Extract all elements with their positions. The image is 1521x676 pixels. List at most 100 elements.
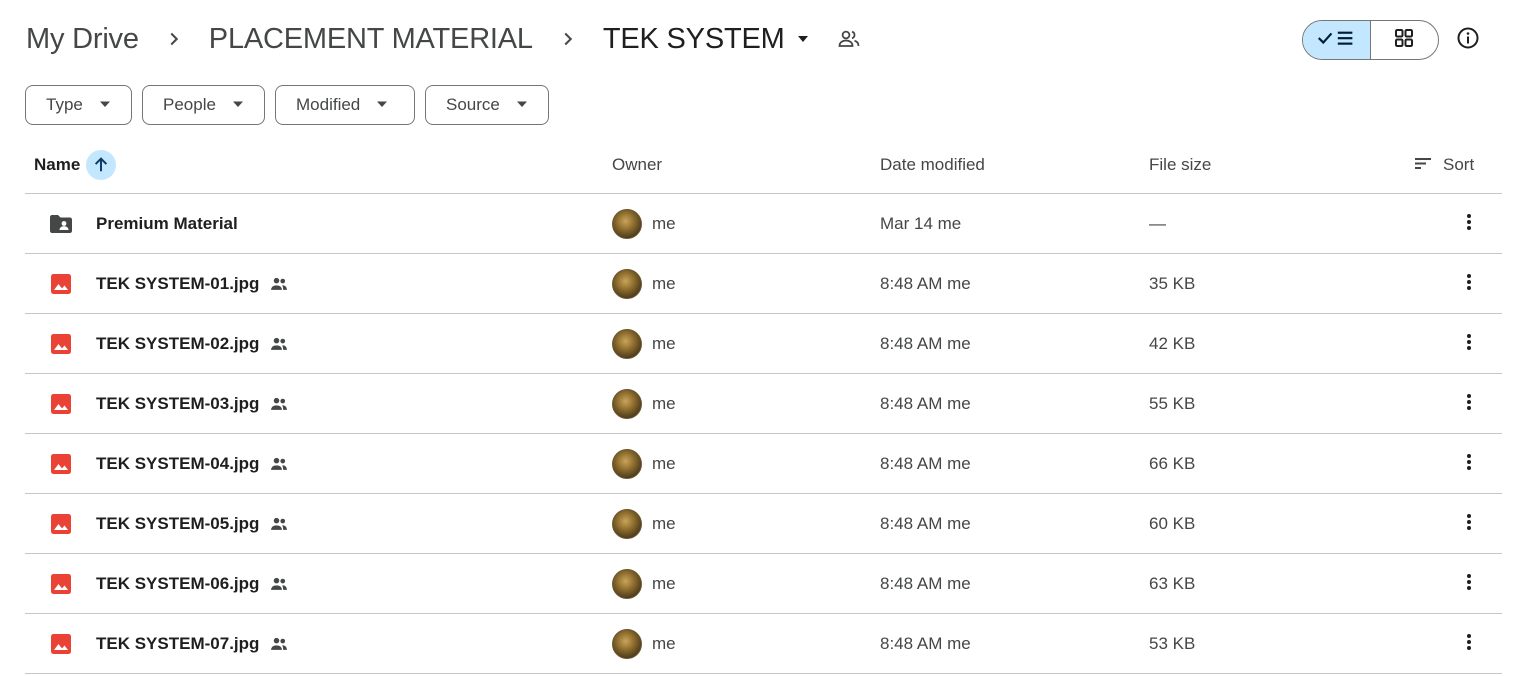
filter-modified[interactable]: Modified (275, 85, 415, 125)
grid-view-button[interactable] (1371, 21, 1439, 59)
filter-chips: Type People Modified Source (25, 85, 559, 125)
shared-icon (269, 334, 289, 354)
table-row[interactable]: TEK SYSTEM-02.jpg me 8:48 AM me 42 KB (25, 314, 1502, 374)
caret-down-icon[interactable] (795, 31, 811, 47)
table-row[interactable]: TEK SYSTEM-07.jpg me 8:48 AM me 53 KB (25, 614, 1502, 674)
table-header: Name Owner Date modified File size Sort (25, 136, 1502, 194)
more-vert-icon (1466, 212, 1472, 237)
header: My Drive PLACEMENT MATERIAL TEK SYSTEM (0, 0, 1521, 80)
shared-folder-icon (47, 194, 75, 254)
more-vert-icon (1466, 272, 1472, 297)
caret-down-icon (232, 95, 244, 115)
list-view-button[interactable] (1303, 21, 1371, 59)
owner-name: me (652, 574, 676, 593)
file-size-cell: 66 KB (1149, 454, 1196, 473)
filter-source[interactable]: Source (425, 85, 549, 125)
file-size-cell: 42 KB (1149, 334, 1196, 353)
shared-icon (269, 454, 289, 474)
owner-name: me (652, 214, 676, 233)
more-actions-button[interactable] (1457, 614, 1481, 674)
filter-source-label: Source (446, 95, 500, 114)
column-name[interactable]: Name (34, 136, 117, 194)
column-name-label: Name (34, 155, 81, 174)
more-vert-icon (1466, 512, 1472, 537)
avatar (612, 209, 642, 239)
avatar (612, 569, 642, 599)
caret-down-icon (376, 95, 388, 115)
image-file-icon (47, 554, 75, 614)
shared-icon (269, 514, 289, 534)
chevron-right-icon (139, 28, 209, 50)
breadcrumb-placement-material[interactable]: PLACEMENT MATERIAL (209, 23, 533, 56)
info-button[interactable] (1452, 24, 1484, 56)
owner-name: me (652, 274, 676, 293)
table-row[interactable]: TEK SYSTEM-04.jpg me 8:48 AM me 66 KB (25, 434, 1502, 494)
arrow-up-icon[interactable] (86, 150, 117, 180)
file-name: TEK SYSTEM-01.jpg (96, 274, 260, 293)
more-actions-button[interactable] (1457, 194, 1481, 254)
owner-name: me (652, 394, 676, 413)
image-file-icon (47, 434, 75, 494)
sort-button[interactable]: Sort (1413, 136, 1474, 194)
file-size-cell: 63 KB (1149, 574, 1196, 593)
sort-lines-icon (1413, 153, 1443, 178)
grid-icon (1394, 28, 1414, 53)
column-date-modified[interactable]: Date modified (880, 136, 985, 194)
file-name-cell[interactable]: TEK SYSTEM-06.jpg (96, 554, 289, 614)
caret-down-icon (99, 95, 111, 115)
breadcrumb-my-drive[interactable]: My Drive (26, 23, 139, 56)
owner-cell: me (612, 614, 676, 674)
owner-name: me (652, 334, 676, 353)
image-file-icon (47, 254, 75, 314)
more-actions-button[interactable] (1457, 374, 1481, 434)
column-file-size[interactable]: File size (1149, 136, 1211, 194)
file-name: TEK SYSTEM-06.jpg (96, 574, 260, 593)
file-name-cell[interactable]: TEK SYSTEM-01.jpg (96, 254, 289, 314)
date-modified-cell: 8:48 AM me (880, 334, 971, 353)
more-actions-button[interactable] (1457, 314, 1481, 374)
file-name: TEK SYSTEM-07.jpg (96, 634, 260, 653)
file-size-cell: — (1149, 214, 1166, 233)
file-name: TEK SYSTEM-04.jpg (96, 454, 260, 473)
date-modified-cell: 8:48 AM me (880, 574, 971, 593)
shared-icon (269, 634, 289, 654)
owner-name: me (652, 514, 676, 533)
more-actions-button[interactable] (1457, 494, 1481, 554)
file-name-cell[interactable]: TEK SYSTEM-05.jpg (96, 494, 289, 554)
file-name-cell[interactable]: Premium Material (96, 194, 238, 254)
column-owner: Owner (612, 155, 663, 174)
file-name: TEK SYSTEM-03.jpg (96, 394, 260, 413)
people-icon[interactable] (837, 26, 863, 52)
table-row[interactable]: TEK SYSTEM-03.jpg me 8:48 AM me 55 KB (25, 374, 1502, 434)
owner-cell: me (612, 314, 676, 374)
file-name-cell[interactable]: TEK SYSTEM-07.jpg (96, 614, 289, 674)
shared-icon (269, 574, 289, 594)
table-row[interactable]: TEK SYSTEM-01.jpg me 8:48 AM me 35 KB (25, 254, 1502, 314)
sort-label: Sort (1443, 155, 1475, 174)
owner-cell: me (612, 194, 676, 254)
file-name: TEK SYSTEM-05.jpg (96, 514, 260, 533)
owner-cell: me (612, 494, 676, 554)
owner-cell: me (612, 434, 676, 494)
file-table: Name Owner Date modified File size Sort … (25, 136, 1502, 674)
image-file-icon (47, 494, 75, 554)
avatar (612, 629, 642, 659)
breadcrumb-current-folder[interactable]: TEK SYSTEM (603, 23, 785, 56)
more-actions-button[interactable] (1457, 554, 1481, 614)
file-name-cell[interactable]: TEK SYSTEM-04.jpg (96, 434, 289, 494)
file-name-cell[interactable]: TEK SYSTEM-02.jpg (96, 314, 289, 374)
more-actions-button[interactable] (1457, 254, 1481, 314)
more-vert-icon (1466, 452, 1472, 477)
shared-icon (269, 394, 289, 414)
filter-people[interactable]: People (142, 85, 265, 125)
table-row[interactable]: TEK SYSTEM-06.jpg me 8:48 AM me 63 KB (25, 554, 1502, 614)
avatar (612, 389, 642, 419)
more-vert-icon (1466, 392, 1472, 417)
table-row[interactable]: Premium Material me Mar 14 me — (25, 194, 1502, 254)
image-file-icon (47, 374, 75, 434)
filter-type[interactable]: Type (25, 85, 132, 125)
table-row[interactable]: TEK SYSTEM-05.jpg me 8:48 AM me 60 KB (25, 494, 1502, 554)
more-actions-button[interactable] (1457, 434, 1481, 494)
breadcrumb: My Drive PLACEMENT MATERIAL TEK SYSTEM (26, 18, 863, 60)
file-name-cell[interactable]: TEK SYSTEM-03.jpg (96, 374, 289, 434)
